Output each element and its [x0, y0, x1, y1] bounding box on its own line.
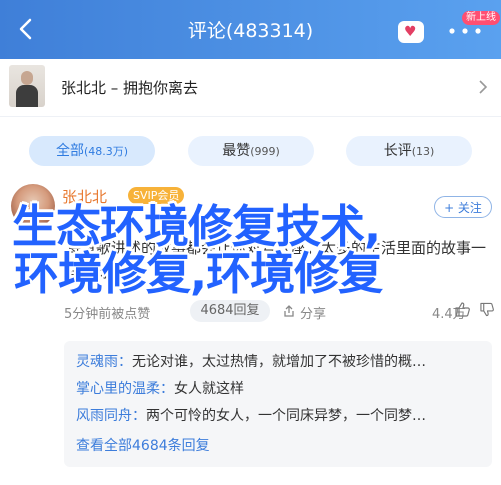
reply-text: 两个可怜的女人，一个同床异梦，一个同梦… [146, 408, 426, 424]
heart-icon: ♥ [404, 24, 417, 40]
reply-item[interactable]: 掌心里的温柔：女人就这样 [76, 378, 482, 398]
view-all-replies-link[interactable]: 查看全部4684条回复 [76, 435, 210, 455]
reply-item[interactable]: 灵魂雨：无论对谁，太过热情，就增加了不被珍惜的概… [76, 351, 482, 371]
tab-count: (13) [411, 145, 435, 158]
share-icon[interactable] [283, 305, 295, 317]
top-bar: 评论(483314) ♥ 新上线 [0, 0, 501, 59]
reply-item[interactable]: 风雨同舟：两个可怜的女人，一个同床异梦，一个同梦… [76, 405, 482, 425]
song-row[interactable]: 张北北 – 拥抱你离去 [0, 59, 501, 117]
reply-author[interactable]: 掌心里的温柔： [76, 381, 174, 397]
follow-button[interactable]: + 关注 [434, 196, 492, 218]
reply-author[interactable]: 灵魂雨： [76, 354, 132, 370]
tab-label: 最赞 [222, 143, 251, 159]
reply-text: 无论对谁，太过热情，就增加了不被珍惜的概… [132, 354, 426, 370]
share-button[interactable]: 分享 [300, 303, 326, 322]
tab-label: 长评 [383, 143, 412, 159]
tab-long-comments[interactable]: 长评(13) [346, 136, 472, 166]
tab-count: (999) [250, 145, 280, 158]
tab-all[interactable]: 全部(48.3万) [29, 136, 155, 166]
thumbs-down-icon[interactable] [480, 302, 494, 317]
cover-person-head [21, 71, 33, 85]
reply-text: 女人就这样 [174, 381, 244, 397]
music-app-icon[interactable]: ♥ [398, 21, 424, 43]
replies-button[interactable]: 4684回复 [190, 300, 270, 322]
song-cover [9, 65, 45, 107]
reply-author[interactable]: 风雨同舟： [76, 408, 146, 424]
more-dots-icon[interactable] [445, 21, 485, 41]
song-title: 张北北 – 拥抱你离去 [61, 79, 199, 97]
overlay-headline-line2: 环境修复,环境修复 [14, 247, 383, 300]
comment-time: 5分钟前被点赞 [64, 307, 151, 322]
tab-most-liked[interactable]: 最赞(999) [188, 136, 314, 166]
cover-person-body [16, 85, 38, 107]
thumbs-up-icon[interactable] [455, 302, 470, 317]
replies-box: 灵魂雨：无论对谁，太过热情，就增加了不被珍惜的概… 掌心里的温柔：女人就这样 风… [64, 341, 492, 467]
tab-count: (48.3万) [83, 145, 129, 158]
chevron-right-icon [479, 80, 488, 94]
page-title: 评论(483314) [187, 20, 314, 42]
tab-label: 全部 [55, 143, 84, 159]
